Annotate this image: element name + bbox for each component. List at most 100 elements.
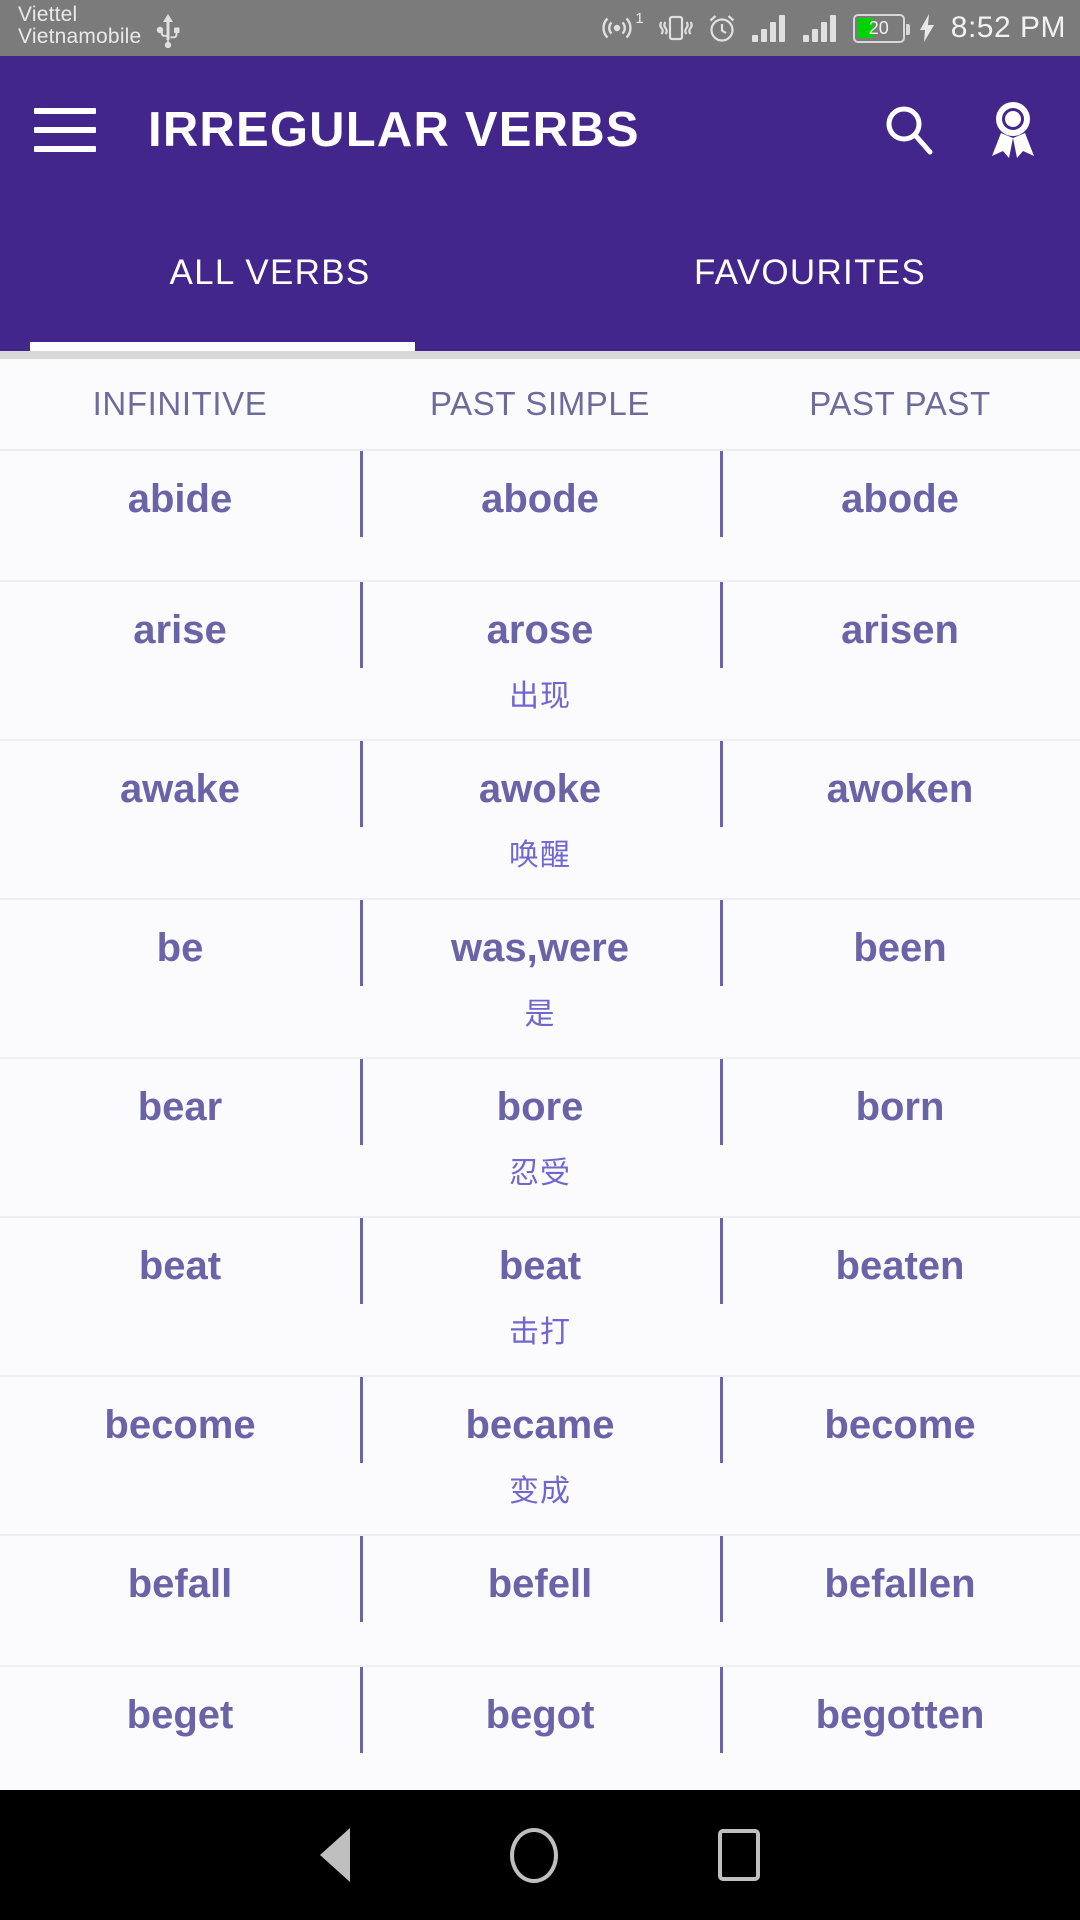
cell-infinitive: arise	[133, 608, 227, 652]
cell-infinitive: become	[104, 1403, 256, 1447]
cell-past-participle: beaten	[720, 1218, 1080, 1304]
table-row-main: be was,were been	[0, 900, 1080, 986]
row-bottom-padding	[0, 1351, 1080, 1375]
table-row[interactable]: beget begot begotten	[0, 1667, 1080, 1790]
table-body: abide abode abode arise arose arisen 出现 awake aw…	[0, 451, 1080, 1790]
cell-infinitive: befall	[127, 1562, 233, 1606]
table-row-main: bear bore born	[0, 1059, 1080, 1145]
verbs-table[interactable]: INFINITIVE PAST SIMPLE PAST PAST abide ab…	[0, 359, 1080, 1790]
row-bottom-padding	[0, 1772, 1080, 1790]
row-translation: 是	[524, 998, 556, 1031]
carrier-names: Viettel Vietnamobile	[18, 2, 142, 48]
tab-all-verbs[interactable]: ALL VERBS	[0, 203, 540, 351]
table-row[interactable]: befall befell befallen	[0, 1536, 1080, 1667]
table-row[interactable]: bear bore born 忍受	[0, 1059, 1080, 1218]
table-row-main: befall befell befallen	[0, 1536, 1080, 1622]
signal-bars-icon	[751, 13, 789, 43]
row-bottom-padding	[0, 1641, 1080, 1665]
table-row[interactable]: abide abode abode	[0, 451, 1080, 582]
cell-past-simple: became	[360, 1377, 720, 1463]
table-row[interactable]: be was,were been 是	[0, 900, 1080, 1059]
signal-bars-icon	[802, 13, 840, 43]
table-row[interactable]: beat beat beaten 击打	[0, 1218, 1080, 1377]
table-row-main: arise arose arisen	[0, 582, 1080, 668]
hamburger-line	[34, 107, 96, 114]
row-bottom-padding	[0, 1033, 1080, 1057]
column-header-past-simple: PAST SIMPLE	[430, 385, 650, 422]
vibrate-icon	[658, 12, 693, 44]
cell-past-simple: was,were	[360, 900, 720, 986]
cell-past-participle: begotten	[720, 1667, 1080, 1753]
cell-past-simple: befell	[360, 1536, 720, 1622]
row-translation: 忍受	[509, 1157, 571, 1190]
battery-icon: 20	[852, 13, 910, 43]
table-row-main: awake awoke awoken	[0, 741, 1080, 827]
table-row-main: beget begot begotten	[0, 1667, 1080, 1753]
row-bottom-padding	[0, 556, 1080, 580]
carrier-name-2: Vietnamobile	[18, 24, 142, 48]
cell-past-participle: arisen	[720, 582, 1080, 668]
cell-infinitive: be	[156, 926, 204, 970]
row-bottom-padding	[0, 1510, 1080, 1534]
cell-past-participle: been	[720, 900, 1080, 986]
cell-past-participle: awoken	[720, 741, 1080, 827]
usb-icon	[155, 13, 181, 53]
row-translation: 变成	[509, 1475, 571, 1508]
cell-infinitive: abide	[127, 477, 233, 521]
recents-square-icon[interactable]	[718, 1829, 760, 1881]
app-bar: IRREGULAR VERBS	[0, 56, 1080, 203]
cell-past-participle: befallen	[720, 1536, 1080, 1622]
row-bottom-padding	[0, 874, 1080, 898]
award-ribbon-icon[interactable]	[986, 100, 1040, 160]
hotspot-icon: 1	[601, 9, 645, 44]
hamburger-line	[34, 126, 96, 133]
home-circle-icon[interactable]	[510, 1827, 558, 1883]
cell-past-participle: abode	[720, 451, 1080, 537]
row-spacer	[0, 522, 1080, 556]
cell-past-simple: beat	[360, 1218, 720, 1304]
cell-infinitive: awake	[119, 767, 241, 811]
page-title: IRREGULAR VERBS	[148, 102, 640, 157]
tab-favourites[interactable]: FAVOURITES	[540, 203, 1080, 351]
row-translation: 出现	[509, 680, 571, 713]
app-bar-actions	[880, 100, 1040, 160]
column-header-past-participle: PAST PAST	[809, 385, 991, 422]
cell-infinitive: beat	[138, 1244, 222, 1288]
search-icon[interactable]	[880, 101, 938, 159]
cell-past-participle: become	[720, 1377, 1080, 1463]
row-translation: 唤醒	[509, 839, 571, 872]
status-bar: Viettel Vietnamobile 1 20 8:52 PM	[0, 0, 1080, 56]
row-bottom-padding	[0, 715, 1080, 739]
hotspot-badge: 1	[635, 9, 644, 27]
table-row-main: become became become	[0, 1377, 1080, 1463]
battery-level: 20	[868, 18, 889, 38]
tab-bar: ALL VERBS FAVOURITES	[0, 203, 1080, 351]
hamburger-menu-icon[interactable]	[34, 107, 96, 152]
status-clock: 8:52 PM	[950, 11, 1066, 44]
cell-past-simple: awoke	[360, 741, 720, 827]
tab-active-indicator	[30, 342, 415, 351]
table-row-main: beat beat beaten	[0, 1218, 1080, 1304]
cell-past-simple: abode	[360, 451, 720, 537]
hamburger-line	[34, 145, 96, 152]
cell-past-simple: arose	[360, 582, 720, 668]
app-root: Viettel Vietnamobile 1 20 8:52 PM IRREGU…	[0, 0, 1080, 1920]
table-row[interactable]: awake awoke awoken 唤醒	[0, 741, 1080, 900]
charging-bolt-icon	[918, 13, 936, 43]
android-nav-bar	[0, 1790, 1080, 1920]
cell-past-simple: bore	[360, 1059, 720, 1145]
table-row-main: abide abode abode	[0, 451, 1080, 537]
back-triangle-icon[interactable]	[320, 1828, 350, 1882]
table-header-row: INFINITIVE PAST SIMPLE PAST PAST	[0, 359, 1080, 451]
cell-past-simple: begot	[360, 1667, 720, 1753]
cell-infinitive: bear	[137, 1085, 223, 1129]
status-icons: 1 20 8:52 PM	[601, 9, 1066, 45]
tab-bar-shadow	[0, 351, 1080, 359]
carrier-name-1: Viettel	[18, 2, 78, 26]
carrier-info: Viettel Vietnamobile	[18, 2, 181, 53]
table-row[interactable]: arise arose arisen 出现	[0, 582, 1080, 741]
row-bottom-padding	[0, 1192, 1080, 1216]
column-header-infinitive: INFINITIVE	[92, 385, 268, 422]
cell-infinitive: beget	[126, 1693, 234, 1737]
table-row[interactable]: become became become 变成	[0, 1377, 1080, 1536]
